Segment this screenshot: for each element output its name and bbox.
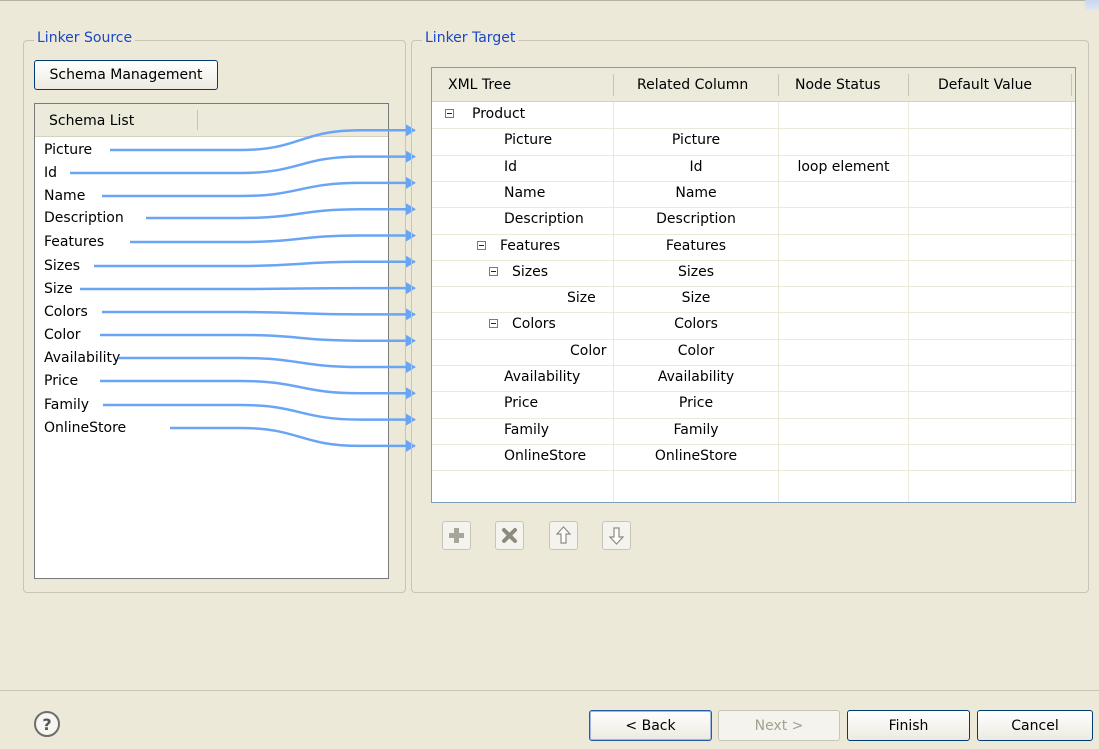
schema-list-item[interactable]: Sizes xyxy=(44,257,81,275)
related-column-cell[interactable]: Family xyxy=(614,421,778,439)
related-column-cell[interactable]: Name xyxy=(614,184,778,202)
column-header-node-status[interactable]: Node Status xyxy=(795,77,881,93)
schema-list-item[interactable]: Family xyxy=(44,396,90,414)
schema-list-item[interactable]: Name xyxy=(44,187,86,205)
top-border xyxy=(0,0,1099,1)
xml-tree-node[interactable]: Size xyxy=(567,289,596,307)
related-column-cell[interactable]: Colors xyxy=(614,315,778,333)
add-icon xyxy=(449,528,464,543)
column-separator xyxy=(613,74,614,96)
move-down-icon xyxy=(608,527,625,545)
node-status-cell[interactable]: loop element xyxy=(779,158,908,176)
column-separator xyxy=(908,74,909,96)
row-divider xyxy=(432,128,1075,130)
collapse-icon[interactable] xyxy=(489,319,498,329)
xml-tree-node[interactable]: Sizes xyxy=(512,263,548,281)
schema-list-item[interactable]: Colors xyxy=(44,303,88,321)
xml-tree-node[interactable]: Colors xyxy=(512,315,556,333)
move-up-icon xyxy=(555,526,572,544)
related-column-cell[interactable]: Color xyxy=(614,342,778,360)
row-divider xyxy=(432,180,1075,182)
collapse-icon[interactable] xyxy=(477,240,486,250)
row-divider xyxy=(432,207,1075,209)
grid-line xyxy=(908,102,909,502)
delete-button[interactable] xyxy=(495,521,524,550)
xml-tree-node[interactable]: Availability xyxy=(504,368,580,386)
row-divider xyxy=(432,233,1075,235)
related-column-cell[interactable]: Size xyxy=(614,289,778,307)
schema-list-item[interactable]: Id xyxy=(44,164,58,182)
column-separator xyxy=(197,110,198,130)
related-column-cell[interactable]: Picture xyxy=(614,131,778,149)
related-column-cell[interactable]: Price xyxy=(614,394,778,412)
row-divider xyxy=(432,470,1075,472)
next-button[interactable]: Next > xyxy=(718,710,840,741)
xml-tree-node[interactable]: Picture xyxy=(504,131,552,149)
xml-tree-node[interactable]: Id xyxy=(504,158,517,176)
xml-tree-node[interactable]: Description xyxy=(504,210,584,228)
back-button[interactable]: < Back xyxy=(589,710,712,741)
column-separator xyxy=(1071,74,1072,96)
schema-list-item[interactable]: Availability xyxy=(44,349,121,367)
xml-tree-node[interactable]: Name xyxy=(504,184,545,202)
row-divider xyxy=(432,365,1075,366)
finish-button[interactable]: Finish xyxy=(847,710,970,741)
row-divider xyxy=(432,312,1075,314)
schema-list-item[interactable]: Description xyxy=(44,209,124,227)
related-column-cell[interactable]: Availability xyxy=(614,368,778,386)
schema-list[interactable]: Schema List xyxy=(34,103,389,579)
delete-icon xyxy=(502,528,517,543)
row-divider xyxy=(432,286,1075,288)
schema-list-header[interactable]: Schema List xyxy=(35,104,388,137)
schema-list-item[interactable]: Color xyxy=(44,326,81,344)
schema-list-item[interactable]: Size xyxy=(44,280,73,298)
schema-list-item[interactable]: OnlineStore xyxy=(44,419,127,437)
column-header-xml-tree[interactable]: XML Tree xyxy=(448,77,511,93)
xml-tree-node[interactable]: Color xyxy=(570,342,607,360)
xml-tree-node[interactable]: Product xyxy=(472,105,525,123)
collapse-icon[interactable] xyxy=(489,266,498,276)
window-corner xyxy=(1085,0,1099,10)
row-divider xyxy=(432,259,1075,261)
related-column-cell[interactable]: Sizes xyxy=(614,263,778,281)
schema-list-item[interactable]: Features xyxy=(44,233,105,251)
column-header-default-value[interactable]: Default Value xyxy=(938,77,1032,93)
related-column-cell[interactable]: Features xyxy=(614,237,778,255)
row-divider xyxy=(432,338,1075,340)
column-separator xyxy=(778,74,779,96)
row-divider xyxy=(432,443,1075,445)
footer-divider xyxy=(0,690,1099,691)
schema-list-item[interactable]: Picture xyxy=(44,141,93,159)
linker-source-title: Linker Source xyxy=(34,30,136,46)
schema-management-button[interactable]: Schema Management xyxy=(34,60,218,90)
xml-tree-node[interactable]: Price xyxy=(504,394,538,412)
cancel-button[interactable]: Cancel xyxy=(977,710,1093,741)
xml-tree-node[interactable]: Family xyxy=(504,421,549,439)
add-button[interactable] xyxy=(442,521,471,550)
related-column-cell[interactable]: Description xyxy=(614,210,778,228)
move-down-button[interactable] xyxy=(602,521,631,550)
row-divider xyxy=(432,154,1075,156)
collapse-icon[interactable] xyxy=(445,109,454,118)
row-divider xyxy=(432,391,1075,393)
xml-tree-table-header: XML Tree Related Column Node Status Defa… xyxy=(432,68,1075,102)
move-up-button[interactable] xyxy=(549,521,578,550)
schema-list-header-label: Schema List xyxy=(49,113,135,129)
linker-target-title: Linker Target xyxy=(422,30,519,46)
help-icon[interactable]: ? xyxy=(34,711,60,737)
column-header-related-column[interactable]: Related Column xyxy=(637,77,748,93)
xml-tree-table[interactable]: XML Tree Related Column Node Status Defa… xyxy=(431,67,1076,503)
xml-tree-node[interactable]: OnlineStore xyxy=(504,447,586,465)
xml-tree-node[interactable]: Features xyxy=(500,237,560,255)
grid-line xyxy=(1071,102,1072,502)
row-divider xyxy=(432,417,1075,419)
related-column-cell[interactable]: OnlineStore xyxy=(614,447,778,465)
related-column-cell[interactable]: Id xyxy=(614,158,778,176)
schema-list-item[interactable]: Price xyxy=(44,372,79,390)
